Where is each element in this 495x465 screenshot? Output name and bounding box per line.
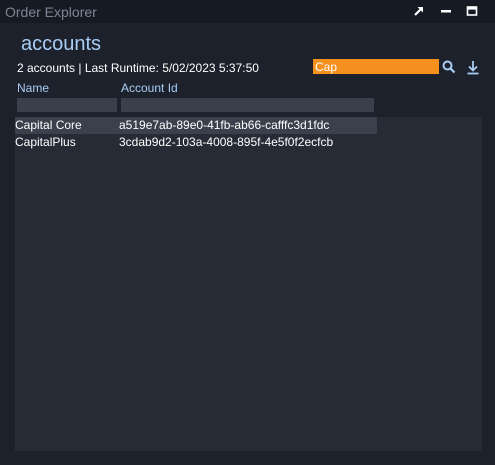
summary-text: 2 accounts | Last Runtime: 5/02/2023 5:3… [17,61,259,75]
name-filter-input[interactable] [17,98,117,112]
page-title: accounts [21,33,102,55]
accounts-grid: Capital Core a519e7ab-89e0-41fb-ab66-caf… [15,117,482,451]
popout-icon [414,7,423,16]
window-title: Order Explorer [5,4,97,20]
maximize-icon [466,6,478,16]
search-button[interactable] [440,58,458,76]
search-input[interactable] [313,59,439,74]
account-name-cell: CapitalPlus [15,135,76,149]
maximize-button[interactable] [463,3,481,19]
account-id-filter-input[interactable] [121,98,374,112]
popout-button[interactable] [410,3,428,19]
minimize-button[interactable] [437,3,455,19]
account-id-cell: a519e7ab-89e0-41fb-ab66-cafffc3d1fdc [119,118,330,132]
table-row[interactable]: Capital Core a519e7ab-89e0-41fb-ab66-caf… [15,117,377,134]
minimize-icon [441,10,451,13]
column-header-name[interactable]: Name [17,81,49,95]
download-button[interactable] [464,58,482,76]
account-id-cell: 3cdab9d2-103a-4008-895f-4e5f0f2ecfcb [119,135,334,149]
download-icon [467,60,479,74]
account-name-cell: Capital Core [15,118,82,132]
table-row[interactable]: CapitalPlus 3cdab9d2-103a-4008-895f-4e5f… [15,134,377,151]
search-icon [442,60,456,74]
column-header-account-id[interactable]: Account Id [121,81,178,95]
title-bar: Order Explorer [0,0,495,23]
